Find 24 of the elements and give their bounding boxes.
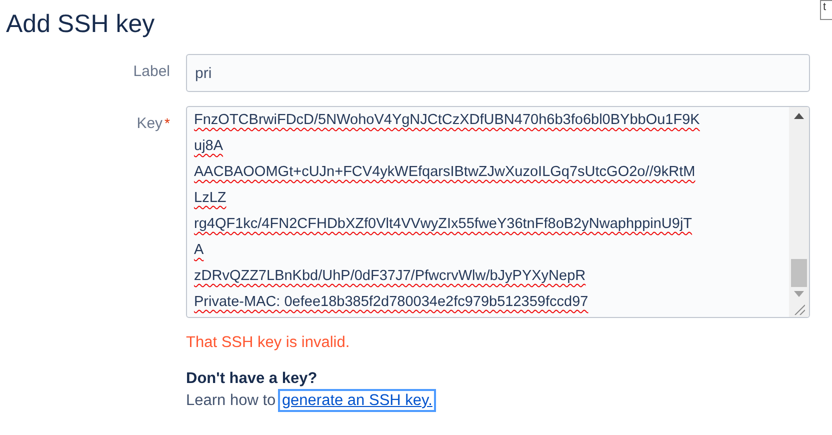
label-field-label: Label xyxy=(132,62,170,82)
key-text-line: Private-MAC: 0efee18b385f2d780034e2fc979b512359fccd97 xyxy=(194,293,590,312)
key-text-line: uj8A xyxy=(194,137,224,156)
scroll-down-icon[interactable] xyxy=(794,291,804,297)
key-text-line: rg4QF1kc/4FN2CFHDbXZf0Vlt4VVwyZIx55fweY36tnFf8oB2yNwaphppinU9jT xyxy=(194,215,694,234)
resize-grip-icon[interactable] xyxy=(793,303,805,315)
key-text-line: AACBAOOMGt+cUJn+FCV4ykWEfqarsIBtwZJwXuzoILGq7sUtcGO2o//9kRtM xyxy=(194,163,696,182)
key-text-line: FnzOTCBrwiFDcD/5NWohoV4YgNJCtCzXDfUBN470h6b3fo6bl0BYbbOu1F9K xyxy=(194,111,701,130)
help-text: Learn how to xyxy=(186,392,276,409)
key-text-line: zDRvQZZ7LBnKbd/UhP/0dF37J7/PfwcrvWlw/bJyPYXyNepR xyxy=(194,267,587,286)
tooltip: t xyxy=(820,0,832,20)
error-message: That SSH key is invalid. xyxy=(186,334,351,352)
scroll-up-icon[interactable] xyxy=(794,113,804,119)
generate-key-link[interactable]: generate an SSH key. xyxy=(280,391,434,410)
required-mark: * xyxy=(164,115,170,131)
key-text-line: LzLZ xyxy=(194,189,228,208)
scrollbar-thumb[interactable] xyxy=(791,259,807,287)
key-text-line: A xyxy=(194,241,205,260)
page-title: Add SSH key xyxy=(5,9,155,40)
key-field-label: Key xyxy=(136,115,163,132)
key-textarea[interactable] xyxy=(186,106,810,318)
label-input[interactable]: pri xyxy=(186,54,810,92)
help-heading: Don't have a key? xyxy=(186,370,318,388)
scrollbar[interactable] xyxy=(789,107,809,317)
